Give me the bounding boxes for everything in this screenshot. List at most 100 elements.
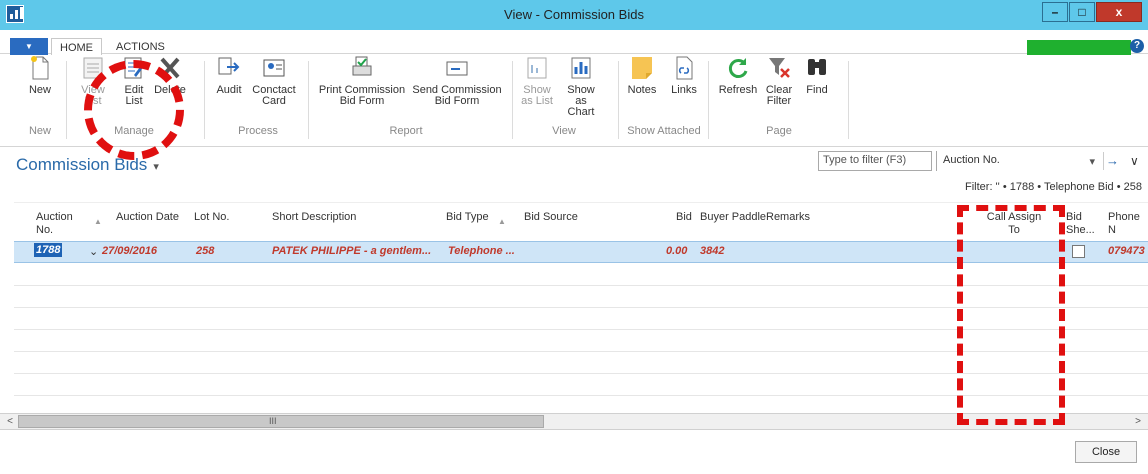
apply-filter-arrow-icon[interactable]: → — [1103, 152, 1121, 170]
col-header-bid-sheet-line2: She... — [1066, 224, 1095, 236]
progress-fill — [1027, 40, 1131, 55]
window-title: View - Commission Bids — [504, 7, 644, 22]
row-dropdown-chevron-icon[interactable]: ⌄ — [89, 245, 98, 258]
col-header-auction-no-line2: No. — [36, 224, 54, 236]
minimize-button[interactable]: – — [1042, 2, 1068, 22]
col-header-auction-no[interactable]: Auction No. — [36, 211, 73, 237]
close-window-button[interactable]: x — [1096, 2, 1142, 22]
links-label: Links — [671, 84, 697, 96]
scrollbar-thumb[interactable]: III — [18, 415, 544, 428]
audit-icon — [218, 57, 240, 75]
filter-field-select[interactable]: Auction No. ▾ — [936, 151, 1101, 171]
col-header-bid-type[interactable]: Bid Type — [446, 211, 489, 224]
maximize-button[interactable]: □ — [1069, 2, 1095, 22]
close-button[interactable]: Close — [1075, 441, 1137, 463]
dropdown-arrow-icon: ▾ — [1089, 156, 1095, 168]
app-menu-button[interactable]: ▼ — [10, 38, 48, 56]
clear-filter-label-2: Filter — [766, 95, 792, 107]
cell-short-description[interactable]: PATEK PHILIPPE - a gentlem... — [272, 245, 431, 257]
collapse-chevron-icon[interactable]: ∨ — [1130, 154, 1139, 168]
cell-bid[interactable]: 0.00 — [666, 245, 687, 257]
group-divider — [618, 61, 619, 139]
chart-icon — [571, 57, 591, 79]
show-as-list-button[interactable]: Show as List — [520, 55, 554, 107]
envelope-icon — [446, 61, 468, 76]
print-label-2: Bid Form — [339, 95, 385, 107]
cell-auction-date[interactable]: 27/09/2016 — [102, 245, 157, 257]
list-view-icon — [527, 57, 547, 79]
col-header-auction-date[interactable]: Auction Date — [116, 211, 179, 224]
group-label-new: New — [28, 125, 51, 137]
sticky-note-icon — [632, 57, 652, 79]
group-label-report: Report — [389, 125, 423, 137]
annotation-circle — [84, 60, 184, 160]
clear-filter-icon — [769, 58, 790, 78]
tab-home[interactable]: HOME — [51, 38, 102, 56]
refresh-button[interactable]: Refresh — [716, 55, 760, 96]
col-header-auction-no-line1: Auction — [36, 211, 73, 223]
group-label-process: Process — [238, 125, 278, 137]
col-header-buyer-paddle[interactable]: Buyer Paddle — [700, 211, 766, 224]
links-button[interactable]: Links — [666, 55, 702, 96]
show-chart-label-1: Show as — [567, 84, 595, 107]
group-divider — [308, 61, 309, 139]
show-chart-label-2: Chart — [567, 106, 595, 118]
title-bar: View - Commission Bids – □ x — [0, 0, 1148, 30]
notes-button[interactable]: Notes — [624, 55, 660, 96]
col-header-bid[interactable]: Bid — [676, 211, 692, 224]
contact-card-icon — [263, 59, 285, 77]
annotation-rectangle — [957, 205, 1065, 425]
new-button[interactable]: New — [22, 55, 58, 96]
filter-field-value: Auction No. — [943, 154, 1000, 166]
audit-button[interactable]: Audit — [212, 55, 246, 96]
refresh-label: Refresh — [718, 84, 758, 96]
scroll-left-icon[interactable]: < — [2, 415, 18, 429]
footer: Close — [0, 431, 1148, 474]
group-label-view: View — [552, 125, 576, 137]
filter-summary: Filter: '' • 1788 • Telephone Bid • 258 — [965, 181, 1142, 193]
help-icon[interactable]: ? — [1130, 39, 1144, 53]
show-list-label-2: as List — [521, 95, 553, 107]
group-divider — [848, 61, 849, 139]
sort-ascending-icon: ▲ — [94, 217, 102, 226]
cell-bid-sheet-checkbox[interactable] — [1072, 245, 1085, 258]
notes-label: Notes — [627, 84, 657, 96]
refresh-icon — [728, 58, 748, 78]
link-document-icon — [676, 56, 693, 80]
cell-auction-no[interactable]: 1788 — [34, 243, 63, 257]
group-divider — [66, 61, 67, 139]
col-header-bid-source[interactable]: Bid Source — [524, 211, 578, 224]
col-header-remarks[interactable]: Remarks — [766, 211, 810, 224]
col-header-bid-sheet[interactable]: Bid She... — [1066, 211, 1095, 237]
clear-filter-button[interactable]: Clear Filter — [762, 55, 796, 107]
filter-search-input[interactable]: Type to filter (F3) — [818, 151, 932, 171]
group-label-show-attached: Show Attached — [627, 125, 701, 137]
send-commission-bid-form-button[interactable]: Send Commission Bid Form — [410, 55, 504, 107]
print-commission-bid-form-button[interactable]: Print Commission Bid Form — [316, 55, 408, 107]
show-as-chart-button[interactable]: Show as Chart — [560, 55, 602, 118]
col-header-lot-no[interactable]: Lot No. — [194, 211, 229, 224]
cell-buyer-paddle[interactable]: 3842 — [700, 245, 724, 257]
progress-indicator — [1027, 40, 1131, 55]
cell-bid-type[interactable]: Telephone ... — [448, 245, 515, 257]
printer-icon — [352, 56, 372, 76]
chevron-down-icon[interactable]: ▾ — [153, 161, 159, 173]
tab-actions[interactable]: ACTIONS — [108, 38, 173, 56]
group-divider — [512, 61, 513, 139]
scrollbar-grip: III — [269, 416, 277, 426]
find-button[interactable]: Find — [802, 55, 832, 96]
new-document-icon — [31, 56, 49, 80]
contact-card-label-2: Card — [262, 95, 286, 107]
binoculars-icon — [808, 59, 826, 75]
sort-ascending-icon: ▲ — [498, 217, 506, 226]
cell-lot-no[interactable]: 258 — [196, 245, 214, 257]
cell-phone-no[interactable]: 079473 — [1108, 245, 1145, 257]
scroll-right-icon[interactable]: > — [1130, 415, 1146, 429]
col-header-short-description[interactable]: Short Description — [272, 211, 356, 224]
contact-card-button[interactable]: Conctact Card — [250, 55, 298, 107]
group-divider — [204, 61, 205, 139]
col-header-bid-sheet-line1: Bid — [1066, 211, 1082, 223]
find-label: Find — [806, 84, 828, 96]
send-label-2: Bid Form — [434, 95, 480, 107]
col-header-phone-no[interactable]: Phone N — [1108, 211, 1148, 237]
